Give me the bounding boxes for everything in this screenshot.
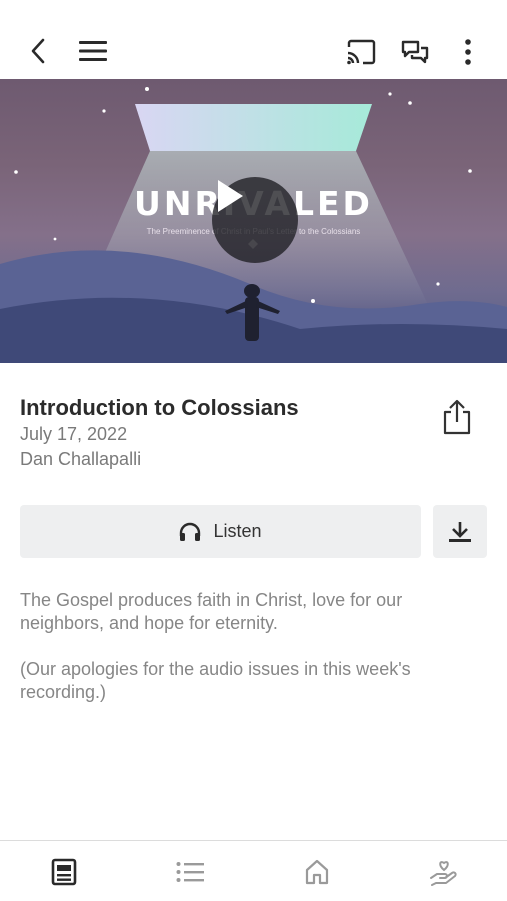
cast-button[interactable] xyxy=(344,37,378,67)
menu-button[interactable] xyxy=(77,38,109,64)
back-chevron-icon xyxy=(31,38,45,64)
hamburger-menu-icon xyxy=(79,41,107,61)
more-options-button[interactable] xyxy=(456,37,480,67)
download-button[interactable] xyxy=(433,505,487,558)
tab-media[interactable] xyxy=(48,856,80,888)
description-note: (Our apologies for the audio issues in t… xyxy=(20,659,411,702)
sermon-info: Introduction to Colossians July 17, 2022… xyxy=(20,394,440,472)
give-tab-icon xyxy=(430,861,457,886)
media-tab-icon xyxy=(51,858,77,886)
tab-home[interactable] xyxy=(301,856,333,888)
listen-label: Listen xyxy=(213,521,262,541)
share-icon xyxy=(443,399,471,435)
list-tab-icon xyxy=(176,862,204,882)
play-button[interactable] xyxy=(212,177,298,263)
chat-icon xyxy=(401,40,429,64)
home-tab-icon xyxy=(305,859,329,885)
back-button[interactable] xyxy=(24,36,52,66)
sermon-date: July 17, 2022 xyxy=(20,424,128,444)
bottom-navigation xyxy=(0,840,507,901)
tab-list[interactable] xyxy=(174,856,206,888)
download-icon xyxy=(449,521,471,542)
top-app-bar xyxy=(0,0,507,79)
chat-button[interactable] xyxy=(399,37,431,67)
listen-button[interactable]: Listen xyxy=(20,505,421,558)
sermon-video-thumbnail[interactable]: UNRIVALED The Preeminence of Christ in P… xyxy=(0,79,507,363)
tab-give[interactable] xyxy=(427,856,459,888)
sermon-description: The Gospel produces faith in Christ, lov… xyxy=(20,589,480,727)
play-icon xyxy=(218,180,243,212)
more-vertical-icon xyxy=(465,39,471,65)
cast-icon xyxy=(347,39,376,65)
description-paragraph: The Gospel produces faith in Christ, lov… xyxy=(20,590,403,633)
headphones-icon xyxy=(180,522,201,541)
sermon-speaker: Dan Challapalli xyxy=(20,449,142,469)
share-button[interactable] xyxy=(441,398,473,436)
sermon-title: Introduction to Colossians xyxy=(20,395,299,420)
